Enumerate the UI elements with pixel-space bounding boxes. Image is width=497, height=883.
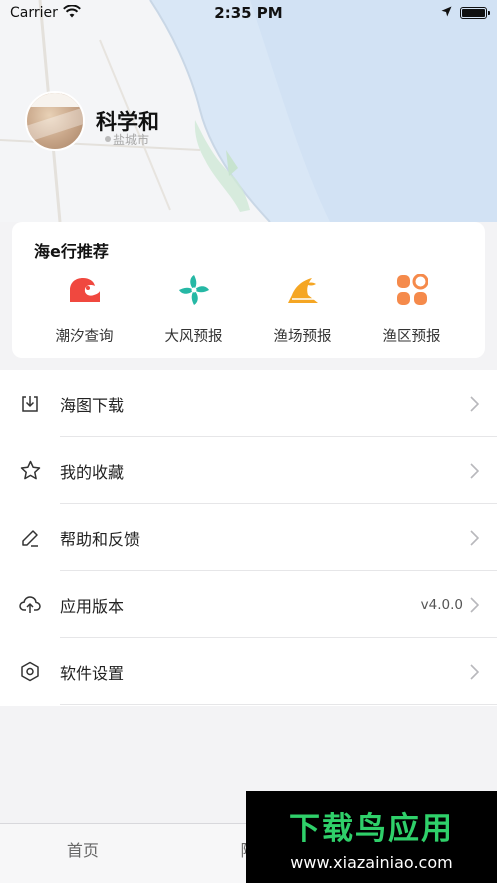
- settings-menu: 海图下载 我的收藏 帮助和反馈 应用版本 v4.0.0 软件设置: [0, 370, 497, 706]
- watermark-banner: 下载鸟应用 www.xiazainiao.com: [246, 791, 497, 883]
- grid-squares-icon: [394, 272, 430, 308]
- chevron-right-icon: [470, 529, 479, 546]
- wind-forecast-button[interactable]: 大风预报: [139, 272, 248, 346]
- tide-query-button[interactable]: 潮汐查询: [30, 272, 139, 346]
- user-name[interactable]: 科学和: [96, 106, 159, 136]
- hexagon-settings-icon: [19, 661, 41, 683]
- menu-item-chart-download[interactable]: 海图下载: [0, 370, 497, 437]
- tab-home[interactable]: 首页: [0, 824, 166, 883]
- menu-item-help-feedback[interactable]: 帮助和反馈: [0, 504, 497, 571]
- app-version-value: v4.0.0: [420, 596, 463, 613]
- recommend-card: 海e行推荐 潮汐查询 大风预报 渔场预报 渔区预报: [12, 222, 485, 358]
- tide-query-label: 潮汐查询: [55, 329, 114, 345]
- recommend-title: 海e行推荐: [34, 242, 109, 261]
- menu-item-software-settings[interactable]: 软件设置: [0, 638, 497, 705]
- chevron-right-icon: [470, 395, 479, 412]
- tide-wave-icon: [67, 272, 103, 308]
- carrier-label: Carrier: [10, 5, 58, 21]
- fishing-zone-forecast-label: 渔区预报: [382, 329, 441, 345]
- chevron-right-icon: [470, 462, 479, 479]
- chevron-right-icon: [470, 596, 479, 613]
- menu-item-favorites[interactable]: 我的收藏: [0, 437, 497, 504]
- watermark-title: 下载鸟应用: [289, 811, 454, 847]
- windmill-icon: [176, 272, 212, 308]
- menu-item-label: 软件设置: [60, 663, 125, 683]
- edit-pencil-icon: [19, 527, 41, 549]
- battery-icon: [460, 7, 490, 19]
- menu-item-label: 帮助和反馈: [60, 529, 141, 549]
- fishing-ground-icon: [285, 272, 321, 308]
- menu-item-label: 应用版本: [60, 596, 125, 616]
- menu-item-label: 我的收藏: [60, 462, 125, 482]
- chevron-right-icon: [470, 663, 479, 680]
- menu-item-app-version[interactable]: 应用版本 v4.0.0: [0, 571, 497, 638]
- recommend-items: 潮汐查询 大风预报 渔场预报 渔区预报: [12, 272, 485, 346]
- download-icon: [19, 393, 41, 415]
- wifi-icon: [62, 3, 81, 22]
- fishing-zone-forecast-button[interactable]: 渔区预报: [357, 272, 466, 346]
- status-bar: Carrier 2:35 PM: [0, 0, 497, 26]
- watermark-url: www.xiazainiao.com: [290, 853, 453, 872]
- fishing-ground-forecast-button[interactable]: 渔场预报: [248, 272, 357, 346]
- menu-item-label: 海图下载: [60, 395, 125, 415]
- location-arrow-icon: [441, 5, 452, 21]
- cloud-upload-icon: [19, 594, 41, 616]
- avatar[interactable]: [25, 91, 85, 151]
- star-icon: [19, 460, 41, 482]
- fishing-ground-forecast-label: 渔场预报: [273, 329, 332, 345]
- wind-forecast-label: 大风预报: [164, 329, 223, 345]
